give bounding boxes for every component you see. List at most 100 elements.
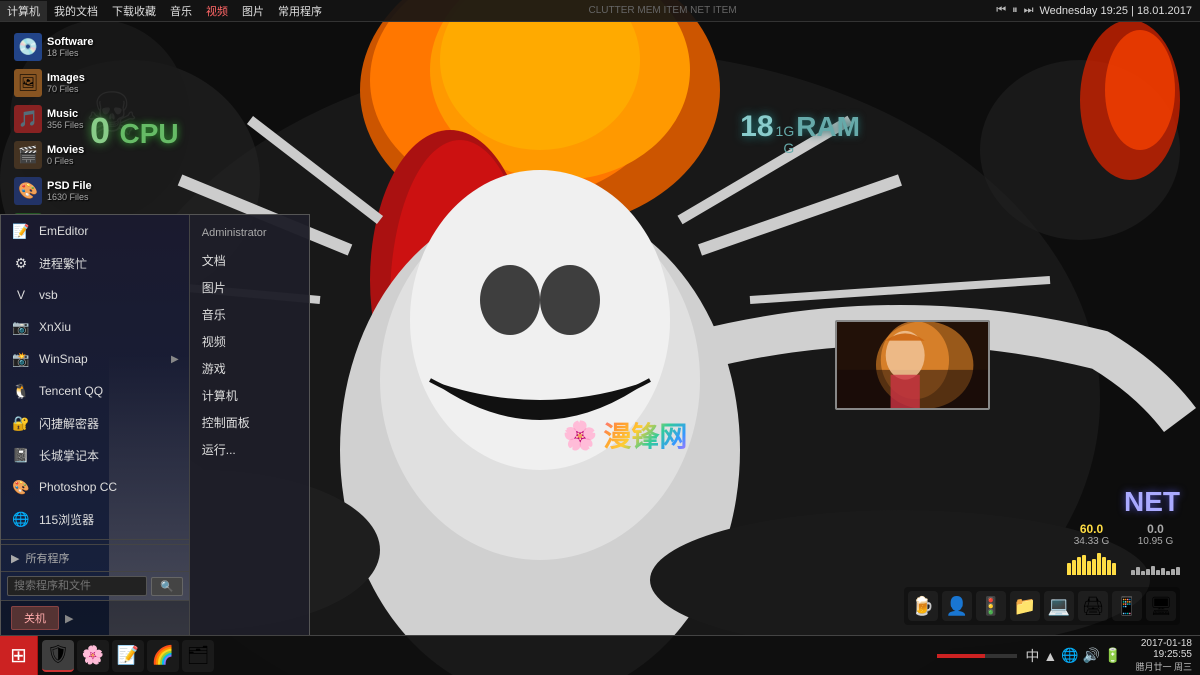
images-label: Images [47, 72, 85, 84]
power-arrow[interactable]: ▶ [65, 612, 73, 625]
qq-label: Tencent QQ [39, 384, 103, 398]
software-icon: 💿 [14, 33, 42, 61]
menu-common[interactable]: 常用程序 [271, 1, 329, 21]
shelf-icon-2[interactable]: 🚦 [976, 591, 1006, 621]
tray-network[interactable]: 🌐 [1061, 647, 1078, 664]
menu-pictures[interactable]: 图片 [196, 274, 303, 301]
menu-computer-right[interactable]: 计算机 [196, 382, 303, 409]
media-prev[interactable]: ⏮ [996, 4, 1006, 17]
desktop: ☠ 计算机 我的文档 下载收藏 音乐 视频 图片 常用程序 CLUTTER ME… [0, 0, 1200, 675]
menu-winsnap[interactable]: 📸 WinSnap ▶ [1, 343, 189, 375]
emeditor-label: EmEditor [39, 224, 88, 238]
images-count: 70 Files [47, 84, 85, 94]
menu-games[interactable]: 游戏 [196, 355, 303, 382]
clock-lunar: 腊月廿一 周三 [1135, 660, 1192, 673]
shelf-icon-6[interactable]: 📱 [1112, 591, 1142, 621]
menu-notes[interactable]: 📓 长城掌记本 [1, 439, 189, 471]
shelf-icon-4[interactable]: 💻 [1044, 591, 1074, 621]
menu-music[interactable]: 音乐 [163, 1, 199, 21]
ram-value: 18 [740, 110, 773, 144]
media-next[interactable]: ⏭ [1024, 4, 1034, 17]
clock-date: 2017-01-18 [1141, 638, 1192, 649]
watermark: 🌸 漫锋网 [563, 415, 688, 455]
shelf-icon-1[interactable]: 👤 [942, 591, 972, 621]
arrow-icon: ▶ [11, 552, 19, 565]
menu-controlpanel[interactable]: 控制面板 [196, 409, 303, 436]
tray-volume[interactable]: 🔊 [1083, 647, 1100, 664]
menu-search-bar[interactable]: 🔍 [1, 571, 189, 600]
menu-downloads[interactable]: 下载收藏 [105, 1, 163, 21]
icon-images[interactable]: 🖼 Images 70 Files [8, 66, 107, 100]
clock-time: 19:25:55 [1153, 649, 1192, 660]
datetime-display: Wednesday 19:25 | 18.01.2017 [1040, 5, 1193, 17]
menu-qq[interactable]: 🐧 Tencent QQ [1, 375, 189, 407]
net-upload-sub: 34.33 G [1074, 536, 1110, 547]
progress-fill [937, 654, 985, 658]
ram-unit-top: 1G [776, 123, 795, 140]
menu-vsb[interactable]: V vsb [1, 279, 189, 311]
photoshop-label: Photoshop CC [39, 480, 117, 494]
software-count: 18 Files [47, 48, 93, 58]
shutdown-button[interactable]: 关机 [11, 606, 59, 630]
movies-icon: 🎬 [14, 141, 42, 169]
psd-icon: 🎨 [14, 177, 42, 205]
psd-label: PSD File [47, 180, 92, 192]
taskbar-app-2[interactable]: 📝 [112, 640, 144, 672]
taskbar-app-3[interactable]: 🌈 [147, 640, 179, 672]
search-button[interactable]: 🔍 [151, 577, 183, 596]
menu-photoshop[interactable]: 🎨 Photoshop CC [1, 471, 189, 503]
net-widget: NET 60.0 34.33 G 0.0 [1067, 486, 1180, 575]
menu-xnxiu[interactable]: 📷 XnXiu [1, 311, 189, 343]
taskbar-app-1[interactable]: 🌸 [77, 640, 109, 672]
taskbar-top: 计算机 我的文档 下载收藏 音乐 视频 图片 常用程序 CLUTTER MEM … [0, 0, 1200, 22]
taskbar-bottom: ⊞ 🛡 🌸 📝 🌈 🗂 中 ▲ 🌐 🔊 🔋 2017-01-18 19: [0, 635, 1200, 675]
menu-mydocs[interactable]: 我的文档 [47, 1, 105, 21]
quick-shelf: 🍺 👤 🚦 📁 💻 🖨 📱 🖥 [904, 587, 1180, 625]
shelf-icon-0[interactable]: 🍺 [908, 591, 938, 621]
tray-arrow[interactable]: ▲ [1043, 648, 1057, 664]
shelf-icon-3[interactable]: 📁 [1010, 591, 1040, 621]
net-upload-val: 60.0 [1080, 522, 1103, 536]
menu-emeditor[interactable]: 📝 EmEditor [1, 215, 189, 247]
xnxiu-icon: 📷 [11, 317, 31, 337]
menu-user: Administrator [196, 223, 303, 243]
watermark-text: 漫锋网 [603, 415, 687, 455]
icon-software[interactable]: 💿 Software 18 Files [8, 30, 107, 64]
tray-battery[interactable]: 🔋 [1104, 647, 1121, 664]
winsnap-label: WinSnap [39, 352, 88, 366]
menu-right-panel: Administrator 文档 图片 音乐 视频 游戏 计算机 控制面板 运行… [190, 215, 309, 635]
progress-bar [937, 654, 1017, 658]
tray-lang[interactable]: 中 [1025, 646, 1039, 666]
menu-computer[interactable]: 计算机 [0, 1, 47, 21]
movies-count: 0 Files [47, 156, 84, 166]
decrypt-label: 闪捷解密器 [39, 415, 99, 432]
menu-documents[interactable]: 文档 [196, 247, 303, 274]
icon-psd[interactable]: 🎨 PSD File 1630 Files [8, 174, 107, 208]
shelf-icon-5[interactable]: 🖨 [1078, 591, 1108, 621]
all-programs[interactable]: ▶ 所有程序 [1, 544, 189, 571]
photoshop-icon: 🎨 [11, 477, 31, 497]
menu-images[interactable]: 图片 [235, 1, 271, 21]
115-label: 115浏览器 [39, 511, 94, 528]
media-thumbnail[interactable] [835, 320, 990, 410]
music-icon: 🎵 [14, 105, 42, 133]
menu-left-panel: 📝 EmEditor ⚙ 进程繁忙 V vsb 📷 XnXiu 📸 W [1, 215, 190, 635]
menu-process[interactable]: ⚙ 进程繁忙 [1, 247, 189, 279]
net-download-bars [1131, 550, 1180, 575]
process-label: 进程繁忙 [39, 255, 87, 272]
menu-music-right[interactable]: 音乐 [196, 301, 303, 328]
menu-run[interactable]: 运行... [196, 436, 303, 463]
menu-video[interactable]: 视频 [199, 1, 235, 21]
search-input[interactable] [7, 576, 147, 596]
taskbar-app-0[interactable]: 🛡 [42, 640, 74, 672]
media-pause[interactable]: ⏸ [1012, 4, 1018, 17]
taskbar-app-4[interactable]: 🗂 [182, 640, 214, 672]
menu-115[interactable]: 🌐 115浏览器 [1, 503, 189, 535]
cpu-value: 0 [90, 110, 110, 151]
software-label: Software [47, 36, 93, 48]
menu-video-right[interactable]: 视频 [196, 328, 303, 355]
shelf-icon-7[interactable]: 🖥 [1146, 591, 1176, 621]
menu-decrypt[interactable]: 🔐 闪捷解密器 [1, 407, 189, 439]
start-button[interactable]: ⊞ [0, 636, 38, 675]
start-menu: 📝 EmEditor ⚙ 进程繁忙 V vsb 📷 XnXiu 📸 W [0, 214, 310, 635]
